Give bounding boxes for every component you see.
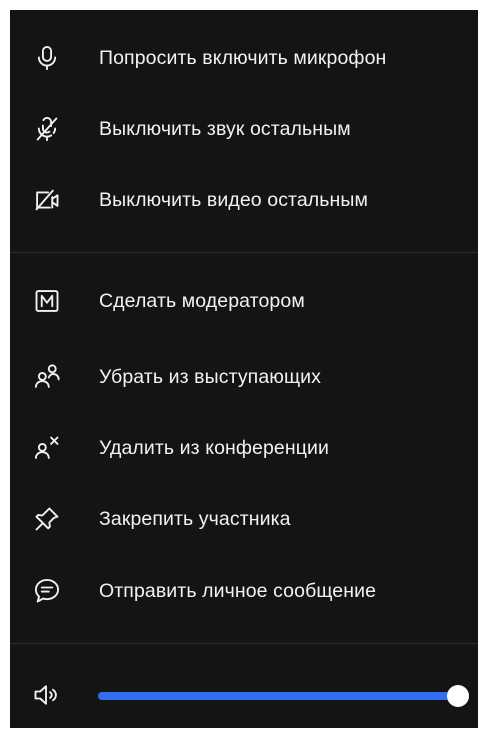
volume-slider[interactable] (98, 685, 469, 707)
message-icon (32, 576, 62, 606)
volume-slider-thumb[interactable] (447, 685, 469, 707)
menu-item-label: Убрать из выступающих (99, 365, 321, 388)
menu-item-disable-video-others[interactable]: Выключить видео остальным (10, 172, 478, 228)
menu-item-send-private-message[interactable]: Отправить личное сообщение (10, 563, 478, 619)
camera-off-icon (32, 185, 62, 215)
menu-item-label: Сделать модератором (99, 289, 305, 312)
microphone-off-icon (32, 114, 62, 144)
menu-item-label: Попросить включить микрофон (99, 46, 387, 69)
menu-item-label: Удалить из конференции (99, 436, 329, 459)
speaker-icon[interactable] (32, 681, 62, 711)
menu-item-label: Выключить звук остальным (99, 117, 351, 140)
microphone-icon (32, 43, 62, 73)
menu-item-remove-from-conference[interactable]: Удалить из конференции (10, 420, 478, 476)
menu-item-label: Отправить личное сообщение (99, 579, 377, 602)
moderator-m-icon (32, 286, 62, 316)
participant-context-menu: Попросить включить микрофон Выключить зв… (10, 10, 478, 728)
menu-item-mute-others[interactable]: Выключить звук остальным (10, 101, 478, 157)
users-icon (32, 362, 62, 392)
menu-divider (10, 643, 478, 644)
pin-icon (32, 504, 62, 534)
volume-slider-fill (98, 692, 458, 700)
menu-item-pin-participant[interactable]: Закрепить участника (10, 491, 478, 547)
volume-row (10, 668, 478, 724)
menu-divider (10, 252, 478, 253)
menu-item-label: Закрепить участника (99, 507, 291, 530)
menu-item-label: Выключить видео остальным (99, 188, 369, 211)
menu-item-make-moderator[interactable]: Сделать модератором (10, 273, 478, 329)
menu-item-ask-enable-microphone[interactable]: Попросить включить микрофон (10, 30, 478, 86)
user-remove-icon (32, 433, 62, 463)
menu-item-remove-from-speakers[interactable]: Убрать из выступающих (10, 349, 478, 405)
